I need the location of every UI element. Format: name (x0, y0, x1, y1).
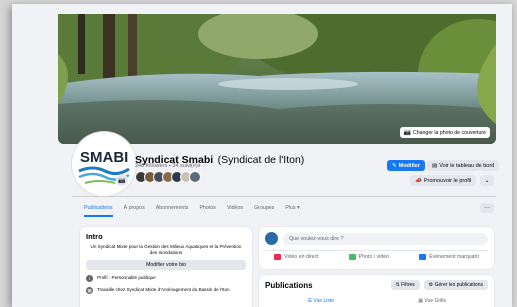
intro-row: i Profil · Personnalité publique (86, 275, 246, 282)
tab-publications[interactable]: Publications (84, 200, 113, 217)
followers-count[interactable]: 248 followers • 34 suivi(e)s (135, 163, 201, 169)
tab-videos[interactable]: Vidéos (227, 200, 243, 217)
camera-icon: 📷 (403, 130, 412, 136)
building-icon: ▦ (86, 287, 93, 294)
posts-title: Publications (265, 280, 313, 290)
promote-button[interactable]: 📣 Promouvoir le profil (410, 175, 477, 186)
more-options-button[interactable]: ··· (480, 203, 494, 213)
tab-about[interactable]: À propos (124, 200, 145, 217)
intro-row: ▦ Travaille chez Syndicat Mixte d'Aménag… (86, 287, 246, 294)
avatar[interactable] (265, 232, 278, 245)
info-icon: i (86, 275, 93, 282)
divider (72, 196, 496, 197)
dashboard-icon: ▤ (432, 162, 438, 169)
tab-groups[interactable]: Groupes (254, 200, 274, 217)
facebook-page-window: 📷 Changer la photo de couverture SMABI 📷… (12, 4, 512, 307)
live-video-icon (274, 254, 282, 260)
posts-card: Publications ⇅ Filtres ⚙ Gérer les publi… (259, 275, 494, 307)
life-event-label: Événement marquant (429, 254, 479, 260)
edit-page-button[interactable]: ✎ Modifier (387, 160, 425, 171)
tab-subscriptions[interactable]: Abonnements (156, 200, 189, 217)
page-subtitle: (Syndicat de l'Iton) (217, 154, 305, 166)
photo-icon (348, 254, 356, 260)
avatar[interactable] (189, 171, 201, 183)
intro-row-text: Travaille chez Syndicat Mixte d'Aménagem… (97, 287, 230, 292)
live-video-label: Vidéo en direct (284, 254, 319, 260)
follower-avatars[interactable] (135, 171, 201, 183)
list-view-tab[interactable]: ☰ Vue Liste (265, 295, 377, 307)
tab-more[interactable]: Plus ▾ (285, 200, 299, 217)
photo-video-label: Photo / vidéo (358, 254, 390, 260)
photo-video-button[interactable]: Photo / vidéo (348, 254, 390, 260)
megaphone-icon: 📣 (415, 177, 422, 184)
svg-text:SMABI: SMABI (80, 149, 128, 166)
cover-photo[interactable]: 📷 Changer la photo de couverture (58, 14, 496, 144)
intro-card: Intro Un Syndicat Mixte pour la Gestion … (80, 227, 252, 307)
profile-picture[interactable]: SMABI (72, 132, 136, 196)
dashboard-label: Voir le tableau de bord (439, 162, 495, 169)
river-landscape-image (58, 14, 496, 144)
page-tabs: Publications À propos Abonnements Photos… (84, 200, 300, 217)
tab-photos[interactable]: Photos (199, 200, 216, 217)
post-composer: Que voulez-vous dire ? Vidéo en direct P… (259, 227, 494, 269)
flag-icon (419, 254, 427, 260)
dashboard-button[interactable]: ▤ Voir le tableau de bord (427, 160, 500, 171)
intro-title: Intro (86, 232, 103, 241)
post-input[interactable]: Que voulez-vous dire ? (283, 232, 488, 245)
live-video-button[interactable]: Vidéo en direct (274, 254, 319, 260)
edit-bio-button[interactable]: Modifier votre bio (86, 260, 246, 270)
intro-description: Un Syndicat Mixte pour la Gestion des Mi… (90, 244, 242, 255)
manage-posts-button[interactable]: ⚙ Gérer les publications (423, 280, 488, 290)
change-cover-label: Changer la photo de couverture (413, 129, 486, 136)
grid-view-tab[interactable]: ▦ Vue Grille (377, 295, 489, 307)
change-cover-button[interactable]: 📷 Changer la photo de couverture (399, 127, 490, 138)
promote-label: Promouvoir le profil (423, 177, 472, 184)
intro-row-text: Profil · Personnalité publique (97, 275, 156, 280)
filters-button[interactable]: ⇅ Filtres (390, 280, 420, 290)
camera-icon[interactable]: 📷 (116, 174, 128, 186)
chevron-down-icon[interactable]: ⌄ (480, 175, 494, 186)
edit-label: Modifier (398, 162, 420, 169)
life-event-button[interactable]: Événement marquant (419, 254, 479, 260)
pencil-icon: ✎ (392, 162, 397, 169)
